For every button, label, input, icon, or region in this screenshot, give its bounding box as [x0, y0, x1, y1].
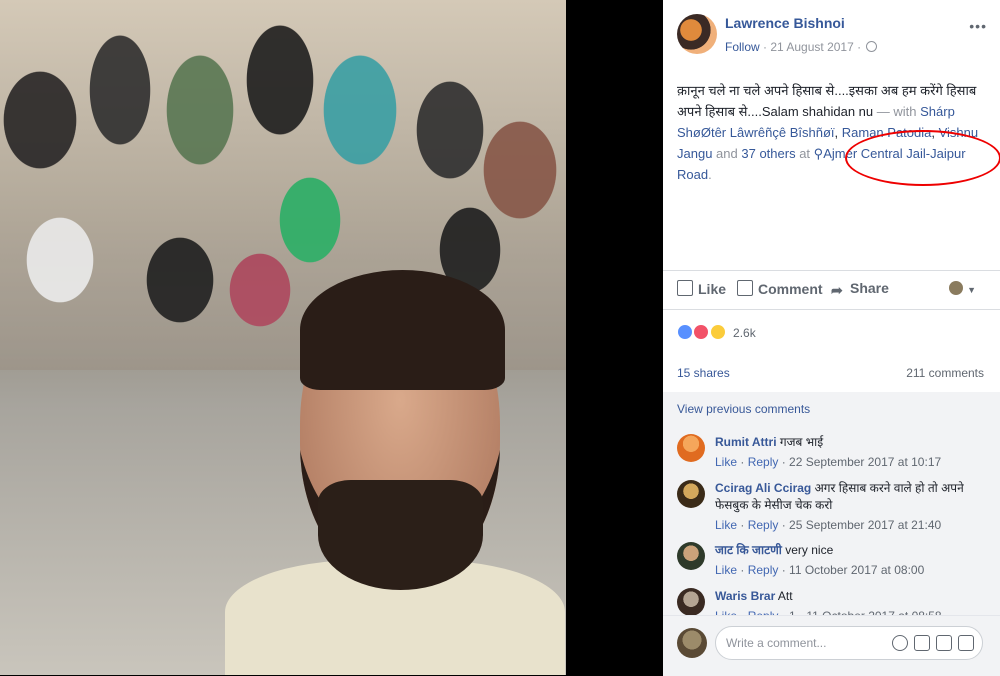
share-button[interactable]: ➦ Share — [831, 280, 889, 298]
selfie-hair — [300, 270, 505, 390]
post-as-selector[interactable]: ▼ — [948, 280, 976, 298]
comment-input[interactable]: Write a comment... — [715, 626, 983, 660]
and-label: and — [716, 146, 738, 161]
commenter-avatar[interactable] — [677, 588, 705, 616]
tagged-others-link[interactable]: 37 others — [741, 146, 795, 161]
reaction-count: 2.6k — [733, 326, 756, 340]
wow-reaction-icon — [709, 324, 726, 340]
post-header: Lawrence Bishnoi Follow · 21 August 2017… — [677, 14, 987, 64]
with-label: — with — [876, 104, 917, 119]
globe-icon — [866, 41, 878, 52]
at-label: at — [799, 146, 811, 161]
thumbs-up-icon — [677, 280, 693, 296]
viewer-avatar — [948, 281, 963, 295]
comment-like-link[interactable]: Like — [715, 563, 737, 577]
author-avatar[interactable] — [677, 14, 717, 54]
comment-button[interactable]: Comment — [737, 280, 823, 297]
gif-icon[interactable] — [936, 635, 952, 651]
comment-label: Comment — [758, 281, 823, 297]
share-label: Share — [850, 280, 889, 296]
sticker-icon[interactable] — [958, 635, 974, 651]
shares-count[interactable]: 15 shares — [677, 366, 730, 380]
comment-like-link[interactable]: Like — [715, 455, 737, 469]
commenter-name[interactable]: Rumit Attri — [715, 435, 777, 449]
speech-bubble-icon — [737, 280, 753, 296]
author-name[interactable]: Lawrence Bishnoi — [725, 15, 845, 31]
view-previous-comments[interactable]: View previous comments — [677, 402, 810, 416]
post-date[interactable]: · 21 August 2017 · — [763, 40, 861, 54]
post-sidebar: Lawrence Bishnoi Follow · 21 August 2017… — [663, 0, 1000, 676]
comment-reply-link[interactable]: Reply — [748, 563, 779, 577]
post-actions: Like Comment ➦ Share ▼ — [663, 270, 1000, 310]
comment-text: Att — [777, 589, 793, 603]
comment-reply-link[interactable]: Reply — [748, 518, 779, 532]
comment-text: गजब भाई — [779, 435, 824, 449]
more-options-icon[interactable]: ••• — [969, 18, 987, 34]
commenter-avatar[interactable] — [677, 434, 705, 462]
chevron-down-icon: ▼ — [967, 285, 976, 295]
like-button[interactable]: Like — [677, 280, 726, 297]
current-user-avatar — [677, 628, 707, 658]
reactions-summary[interactable]: 2.6k — [677, 324, 756, 340]
post-photo[interactable] — [0, 0, 566, 675]
share-arrow-icon: ➦ — [831, 282, 843, 298]
commenter-avatar[interactable] — [677, 480, 705, 508]
comment-time[interactable]: 22 September 2017 at 10:17 — [789, 455, 941, 469]
selfie-beard — [318, 480, 483, 590]
emoji-icon[interactable] — [892, 635, 908, 651]
commenter-avatar[interactable] — [677, 542, 705, 570]
location-highlight-annotation — [845, 130, 1000, 186]
follow-link[interactable]: Follow — [725, 40, 760, 54]
commenter-name[interactable]: Ccirag Ali Ccirag — [715, 481, 811, 495]
caption-period: . — [708, 167, 712, 182]
comment-time[interactable]: 11 October 2017 at 08:00 — [789, 563, 924, 577]
love-reaction-icon — [693, 324, 710, 340]
comment-reply-link[interactable]: Reply — [748, 455, 779, 469]
comment-like-link[interactable]: Like — [715, 518, 737, 532]
commenter-name[interactable]: Waris Brar — [715, 589, 775, 603]
comment-time[interactable]: 25 September 2017 at 21:40 — [789, 518, 941, 532]
post-stats: 15 shares 211 comments — [677, 366, 984, 380]
like-label: Like — [698, 281, 727, 297]
comment-tools — [886, 635, 974, 656]
comment-text: very nice — [785, 543, 834, 557]
camera-icon[interactable] — [914, 635, 930, 651]
write-comment-bar: Write a comment... — [663, 615, 1000, 676]
comments-count[interactable]: 211 comments — [906, 366, 984, 380]
map-pin-icon: ⚲ — [813, 146, 824, 161]
comment-placeholder: Write a comment... — [726, 636, 827, 650]
post-meta: Follow · 21 August 2017 · — [725, 40, 878, 54]
commenter-name[interactable]: जाट कि जाटणी — [715, 543, 782, 557]
like-reaction-icon — [677, 324, 693, 340]
